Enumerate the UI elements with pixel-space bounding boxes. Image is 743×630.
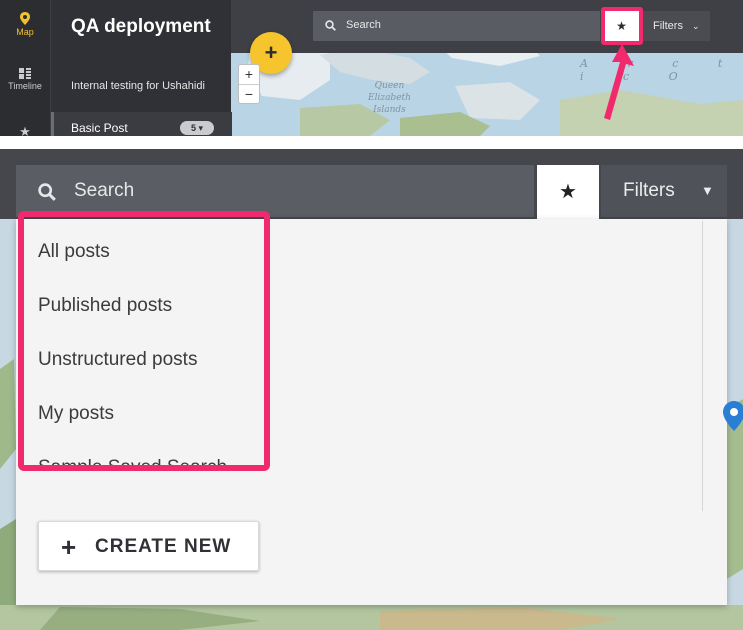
deployment-subtitle: Internal testing for Ushahidi — [71, 80, 205, 92]
nav-map[interactable]: Map — [0, 12, 50, 37]
search-input[interactable]: Search — [16, 165, 534, 217]
map-label-queen-elizabeth: Queen Elizabeth Islands — [368, 80, 411, 116]
plus-icon: + — [61, 532, 78, 562]
search-placeholder: Search — [346, 19, 381, 31]
nav-timeline[interactable]: Timeline — [0, 68, 50, 91]
search-icon — [325, 20, 336, 31]
survey-item-label: Basic Post — [71, 121, 128, 135]
search-icon — [38, 183, 56, 201]
filters-button[interactable]: Filters ▼ — [601, 165, 727, 217]
chevron-down-icon: ▾ — [198, 123, 204, 133]
map-zoom-control: + − — [238, 64, 260, 104]
dropdown-scrollbar[interactable] — [702, 221, 703, 511]
survey-item-basic-post[interactable]: Basic Post 5 ▾ — [51, 112, 232, 136]
map-marker-icon[interactable] — [723, 401, 743, 431]
callout-highlight-box — [601, 7, 643, 45]
map-label-line: Islands — [373, 105, 406, 115]
callout-highlight-box — [18, 211, 270, 471]
create-new-label: CREATE NEW — [95, 536, 232, 557]
map-label-line: Elizabeth — [368, 93, 411, 103]
callout-arrow — [604, 44, 634, 120]
filters-button[interactable]: Filters ⌄ — [642, 11, 710, 41]
nav-map-label: Map — [16, 27, 34, 37]
nav-timeline-label: Timeline — [8, 81, 42, 91]
zoom-out-button[interactable]: − — [239, 84, 259, 103]
plus-icon: + — [264, 40, 278, 65]
map-label-line: Queen — [374, 81, 405, 91]
filters-label: Filters — [653, 20, 683, 32]
top-screenshot: Map Timeline ★ QA deployment Internal te… — [0, 0, 743, 136]
chevron-down-icon: ⌄ — [692, 21, 700, 31]
filters-label: Filters — [623, 180, 675, 201]
star-icon: ★ — [559, 181, 577, 203]
zoom-in-button[interactable]: + — [239, 65, 259, 84]
zoomed-screenshot: Search ★ Filters ▼ All posts Published p… — [0, 149, 743, 630]
search-input[interactable]: Search — [313, 11, 600, 41]
chevron-down-icon: ▼ — [701, 183, 714, 198]
search-placeholder: Search — [74, 180, 135, 201]
survey-count: 5 — [190, 123, 196, 133]
nav-rail: Map Timeline ★ — [0, 0, 50, 136]
deployment-title: QA deployment — [71, 16, 211, 37]
nav-collections-icon[interactable]: ★ — [0, 124, 50, 136]
create-new-button[interactable]: + CREATE NEW — [38, 521, 259, 571]
timeline-icon — [19, 68, 31, 79]
map-pin-icon — [20, 12, 30, 25]
deployment-panel: QA deployment Internal testing for Ushah… — [50, 0, 232, 136]
saved-searches-button[interactable]: ★ — [537, 165, 599, 219]
survey-count-badge[interactable]: 5 ▾ — [180, 121, 214, 135]
